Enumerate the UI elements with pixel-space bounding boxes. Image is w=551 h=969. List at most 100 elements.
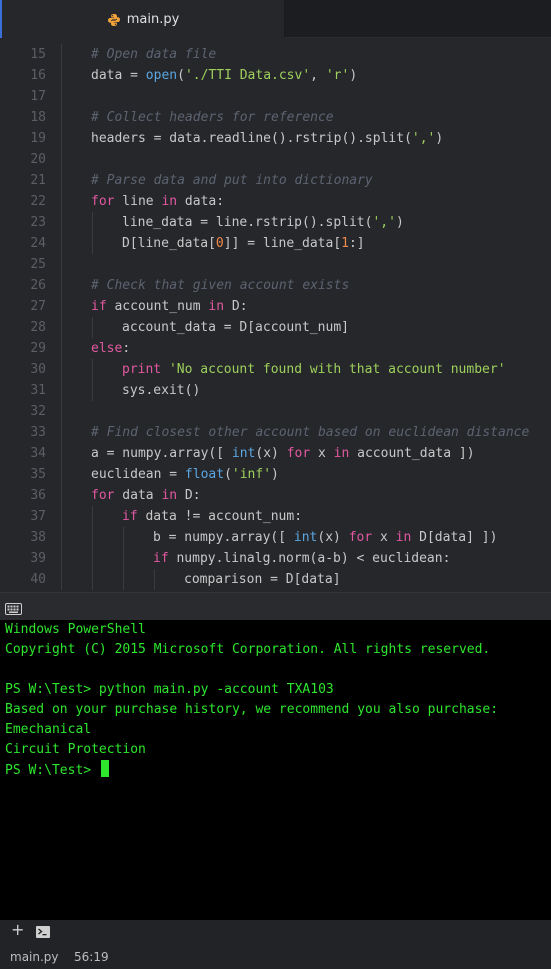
code-token: x <box>310 446 334 461</box>
code-text: if account_num in D: <box>91 296 248 317</box>
line-number: 36 <box>30 488 46 503</box>
indent-guide <box>123 548 124 569</box>
code-token: headers = data.readline().rstrip().split… <box>91 131 412 146</box>
status-file-name[interactable]: main.py <box>10 950 59 964</box>
code-line[interactable]: 27 if account_num in D: <box>0 296 551 317</box>
code-line[interactable]: 18 # Collect headers for reference <box>0 107 551 128</box>
code-line[interactable]: 28 account_data = D[account_num] <box>0 317 551 338</box>
code-line[interactable]: 25 <box>0 254 551 275</box>
code-token: if <box>122 509 138 524</box>
code-token: # Parse data and put into dictionary <box>91 173 373 188</box>
code-text: line_data = line.rstrip().split(',') <box>122 212 404 233</box>
code-token: # Find closest other account based on eu… <box>91 425 530 440</box>
code-token: # Check that given account exists <box>91 278 350 293</box>
code-token: account_num <box>106 299 209 314</box>
code-token: data != account_num: <box>137 509 303 524</box>
terminal-panel[interactable]: Windows PowerShell Copyright (C) 2015 Mic… <box>0 620 551 920</box>
indent-guide <box>61 359 62 380</box>
indent-guide <box>61 548 62 569</box>
code-text: # Collect headers for reference <box>91 107 334 128</box>
indent-guide <box>61 65 62 86</box>
code-token: ]] = line_data[ <box>223 236 342 251</box>
terminal-icon[interactable] <box>36 923 50 942</box>
terminal-toolbar: + <box>0 920 551 940</box>
code-editor[interactable]: 15 # Open data file 16 data = open('./TTI D… <box>0 38 551 592</box>
code-text: headers = data.readline().rstrip().split… <box>91 128 443 149</box>
indent-guide <box>92 380 93 401</box>
line-number: 30 <box>30 362 46 377</box>
code-line[interactable]: 34 a = numpy.array([ int(x) for x in acco… <box>0 443 551 464</box>
indent-guide <box>61 401 62 422</box>
code-line[interactable]: 26 # Check that given account exists <box>0 275 551 296</box>
status-cursor-position[interactable]: 56:19 <box>74 950 109 964</box>
code-line[interactable]: 40 comparison = D[data] <box>0 569 551 590</box>
code-line[interactable]: 32 <box>0 401 551 422</box>
line-number: 34 <box>30 446 46 461</box>
code-line[interactable]: 16 data = open('./TTI Data.csv', 'r') <box>0 65 551 86</box>
terminal-line: Based on your purchase history, we recom… <box>5 702 499 717</box>
code-token: int <box>231 446 256 461</box>
code-line[interactable]: 29 else: <box>0 338 551 359</box>
tab-main-py[interactable]: main.py <box>0 0 285 38</box>
code-line[interactable]: 21 # Parse data and put into dictionary <box>0 170 551 191</box>
indent-guide <box>61 422 62 443</box>
code-line[interactable]: 33 # Find closest other account based on … <box>0 422 551 443</box>
code-token: in <box>333 446 350 461</box>
line-number: 27 <box>30 299 46 314</box>
code-token: data <box>114 488 162 503</box>
python-file-icon <box>107 12 121 26</box>
code-line[interactable]: 19 headers = data.readline().rstrip().spl… <box>0 128 551 149</box>
code-line[interactable]: 31 sys.exit() <box>0 380 551 401</box>
code-line[interactable]: 35 euclidean = float('inf') <box>0 464 551 485</box>
indent-guide <box>154 569 155 590</box>
code-token: print <box>122 362 162 377</box>
indent-guide <box>61 464 62 485</box>
indent-guide <box>123 527 124 548</box>
code-token: line <box>114 194 162 209</box>
code-line[interactable]: 24 D[line_data[0]] = line_data[1:] <box>0 233 551 254</box>
code-token: comparison = D[data] <box>184 572 341 587</box>
code-token: b = numpy.array([ <box>153 530 294 545</box>
line-number: 23 <box>30 215 46 230</box>
code-line[interactable]: 15 # Open data file <box>0 44 551 65</box>
code-token: if <box>91 299 107 314</box>
code-token: in <box>208 299 225 314</box>
code-token: int <box>293 530 318 545</box>
code-line[interactable]: 23 line_data = line.rstrip().split(',') <box>0 212 551 233</box>
terminal-prompt-line[interactable]: PS W:\Test> <box>0 760 551 780</box>
code-line[interactable]: 38 b = numpy.array([ int(x) for x in D[da… <box>0 527 551 548</box>
code-token: sys.exit() <box>122 383 201 398</box>
code-line[interactable]: 39 if numpy.linalg.norm(a-b) < euclidean: <box>0 548 551 569</box>
code-token: 'r' <box>325 68 350 83</box>
indent-guide <box>61 212 62 233</box>
indent-guide <box>92 212 93 233</box>
line-number: 40 <box>30 572 46 587</box>
code-line[interactable]: 22 for line in data: <box>0 191 551 212</box>
code-token: ',' <box>411 131 436 146</box>
code-token: ( <box>224 467 232 482</box>
indent-guide <box>61 149 62 170</box>
code-line[interactable]: 36 for data in D: <box>0 485 551 506</box>
add-terminal-icon[interactable]: + <box>11 922 24 938</box>
code-token: # Collect headers for reference <box>91 110 334 125</box>
code-token: ) <box>395 215 404 230</box>
code-token: euclidean = <box>91 467 185 482</box>
indent-guide <box>92 527 93 548</box>
code-token: for <box>91 488 115 503</box>
code-line[interactable]: 20 <box>0 149 551 170</box>
code-token: in <box>161 488 178 503</box>
code-line[interactable]: 17 <box>0 86 551 107</box>
code-text: print 'No account found with that accoun… <box>122 359 506 380</box>
indent-guide <box>61 506 62 527</box>
code-line[interactable]: 30 print 'No account found with that acco… <box>0 359 551 380</box>
code-token: in <box>161 194 178 209</box>
code-text: # Parse data and put into dictionary <box>91 170 373 191</box>
code-text: comparison = D[data] <box>184 569 341 590</box>
keyboard-icon[interactable] <box>5 600 22 619</box>
indent-guide <box>92 317 93 338</box>
terminal-line: PS W:\Test> python main.py -account TXA1… <box>5 682 334 697</box>
code-line[interactable]: 37 if data != account_num: <box>0 506 551 527</box>
code-token: D[data] ]) <box>411 530 498 545</box>
terminal-line: Emechanical <box>5 722 92 737</box>
